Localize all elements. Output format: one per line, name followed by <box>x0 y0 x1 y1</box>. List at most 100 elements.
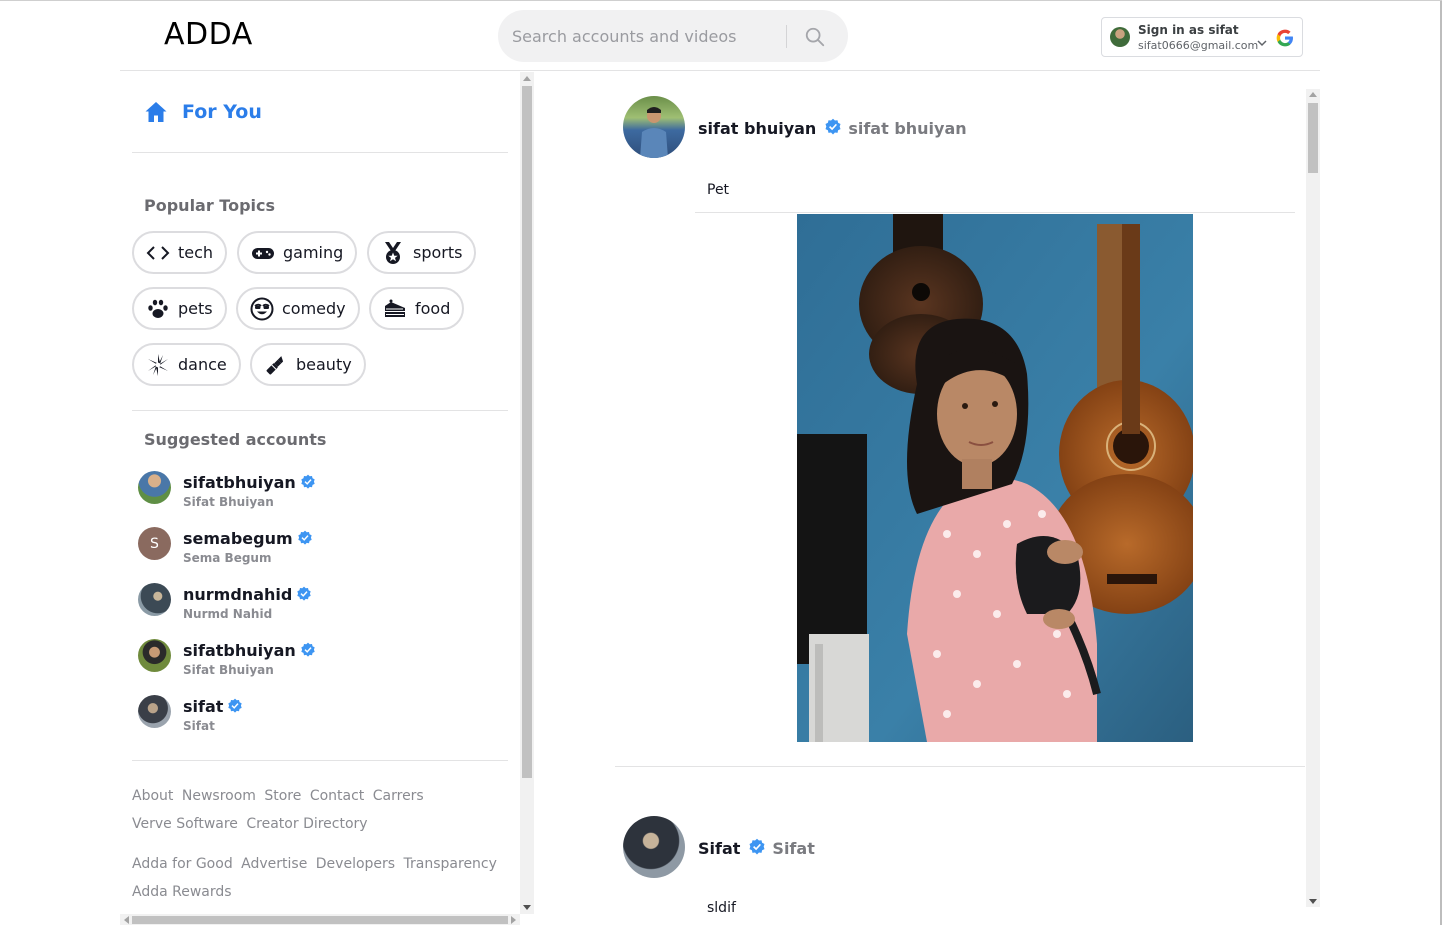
post-author-nickname: sifat bhuiyan <box>848 119 967 138</box>
verified-badge-icon <box>301 474 315 489</box>
search-bar <box>498 10 848 62</box>
avatar[interactable] <box>623 96 685 158</box>
post-video[interactable] <box>797 214 1193 742</box>
spiral-icon <box>148 353 168 376</box>
post-author[interactable]: sifat bhuiyan sifat bhuiyan <box>698 118 967 138</box>
scrollbar-thumb[interactable] <box>132 916 508 924</box>
footer-link-advertise[interactable]: Advertise <box>241 856 307 872</box>
gamepad-icon <box>252 247 274 259</box>
topic-chip-gaming[interactable]: gaming <box>237 231 358 274</box>
post-author[interactable]: Sifat Sifat <box>698 838 815 858</box>
account-username-row: sifatbhuiyan <box>183 473 316 492</box>
popular-topics-title: Popular Topics <box>144 196 276 215</box>
cake-icon <box>385 299 405 317</box>
post-author-name: sifat bhuiyan <box>698 119 817 138</box>
account-username-row: semabegum <box>183 529 313 548</box>
medal-icon <box>385 241 401 264</box>
google-signin-button[interactable]: Sign in as sifat sifat0666@gmail.com <box>1101 17 1303 57</box>
suggested-account[interactable]: nurmdnahid Nurmd Nahid <box>138 583 498 631</box>
feed-post: Sifat Sifat sldif <box>615 816 1305 914</box>
footer-row: Adda Rewards <box>132 878 512 906</box>
footer-link-transparency[interactable]: Transparency <box>404 856 497 872</box>
suggested-account[interactable]: sifatbhuiyan Sifat Bhuiyan <box>138 471 498 519</box>
topic-chip-pets[interactable]: pets <box>132 287 227 330</box>
avatar[interactable] <box>623 816 685 878</box>
avatar <box>138 639 171 672</box>
topic-chip-comedy[interactable]: comedy <box>236 287 360 330</box>
topic-label: gaming <box>283 243 344 262</box>
home-icon <box>145 102 167 122</box>
scroll-left-arrow-icon[interactable] <box>124 916 129 924</box>
laugh-icon <box>250 297 274 320</box>
footer-link-creator-directory[interactable]: Creator Directory <box>246 816 367 832</box>
footer-link-about[interactable]: About <box>132 788 173 804</box>
avatar <box>1110 27 1130 47</box>
suggested-account[interactable]: sifat Sifat <box>138 695 498 743</box>
footer-link-adda-rewards[interactable]: Adda Rewards <box>132 884 232 900</box>
suggested-account[interactable]: S semabegum Sema Begum <box>138 527 498 575</box>
top-header: ADDA Sign in as sifat sifat0666@gmail.co… <box>120 1 1320 71</box>
account-username: semabegum <box>183 529 293 548</box>
topic-chip-tech[interactable]: tech <box>132 231 228 274</box>
post-caption: sldif <box>707 900 736 914</box>
video-feed: sifat bhuiyan sifat bhuiyan Pet Sifat Si… <box>535 72 1320 914</box>
footer-links: About Newsroom Store Contact Carrers Ver… <box>132 782 512 906</box>
search-icon[interactable] <box>804 26 826 48</box>
account-display-name: Sema Begum <box>183 551 272 565</box>
scroll-down-arrow-icon[interactable] <box>523 905 531 910</box>
footer-link-contact[interactable]: Contact <box>310 788 364 804</box>
avatar <box>138 695 171 728</box>
account-username: sifatbhuiyan <box>183 473 296 492</box>
search-divider <box>786 25 787 48</box>
sidebar-horizontal-scrollbar[interactable] <box>120 914 520 925</box>
verified-badge-icon <box>301 642 315 657</box>
suggested-account[interactable]: sifatbhuiyan Sifat Bhuiyan <box>138 639 498 687</box>
scrollbar-thumb[interactable] <box>1308 103 1318 173</box>
avatar: S <box>138 527 171 560</box>
account-display-name: Nurmd Nahid <box>183 607 273 621</box>
sidebar: For You Popular Topics tech gaming sport… <box>120 72 520 914</box>
footer-link-developers[interactable]: Developers <box>316 856 395 872</box>
footer-link-adda-for-good[interactable]: Adda for Good <box>132 856 233 872</box>
account-username: nurmdnahid <box>183 585 293 604</box>
video-frame <box>797 214 1193 742</box>
search-input[interactable] <box>512 22 772 50</box>
topic-chip-dance[interactable]: dance <box>132 343 241 386</box>
logo[interactable]: ADDA <box>164 17 253 52</box>
topic-chip-sports[interactable]: sports <box>367 231 477 274</box>
avatar <box>138 583 171 616</box>
topic-chip-beauty[interactable]: beauty <box>250 343 366 386</box>
scrollbar-thumb[interactable] <box>522 86 532 778</box>
account-username-row: sifatbhuiyan <box>183 641 316 660</box>
divider <box>132 760 508 761</box>
divider <box>132 410 508 411</box>
verified-badge-icon <box>298 530 312 545</box>
scroll-down-arrow-icon[interactable] <box>1309 899 1317 904</box>
google-logo-icon <box>1276 29 1293 47</box>
code-icon <box>146 245 170 260</box>
nav-for-you-label: For You <box>182 101 262 123</box>
footer-link-newsroom[interactable]: Newsroom <box>182 788 256 804</box>
topic-label: food <box>415 299 451 318</box>
chevron-down-icon <box>1257 40 1267 47</box>
footer-row: Adda for Good Advertise Developers Trans… <box>132 850 512 878</box>
avatar-initial: S <box>150 535 159 552</box>
topic-label: dance <box>178 355 227 374</box>
account-display-name: Sifat Bhuiyan <box>183 663 274 677</box>
feed-post: sifat bhuiyan sifat bhuiyan Pet <box>615 96 1305 756</box>
sidebar-scrollbar[interactable] <box>520 72 534 914</box>
account-username-row: nurmdnahid <box>183 585 312 604</box>
lipstick-icon <box>266 355 284 374</box>
scroll-right-arrow-icon[interactable] <box>511 916 516 924</box>
avatar-figure <box>640 107 668 158</box>
scroll-up-arrow-icon[interactable] <box>523 76 531 81</box>
nav-for-you[interactable]: For You <box>144 98 262 126</box>
feed-scrollbar[interactable] <box>1306 89 1320 907</box>
account-username: sifat <box>183 697 224 716</box>
footer-link-store[interactable]: Store <box>264 788 301 804</box>
topic-chip-food[interactable]: food <box>369 287 465 330</box>
footer-link-verve-software[interactable]: Verve Software <box>132 816 238 832</box>
footer-link-carrers[interactable]: Carrers <box>373 788 424 804</box>
scroll-up-arrow-icon[interactable] <box>1309 92 1317 97</box>
post-author-nickname: Sifat <box>772 839 815 858</box>
